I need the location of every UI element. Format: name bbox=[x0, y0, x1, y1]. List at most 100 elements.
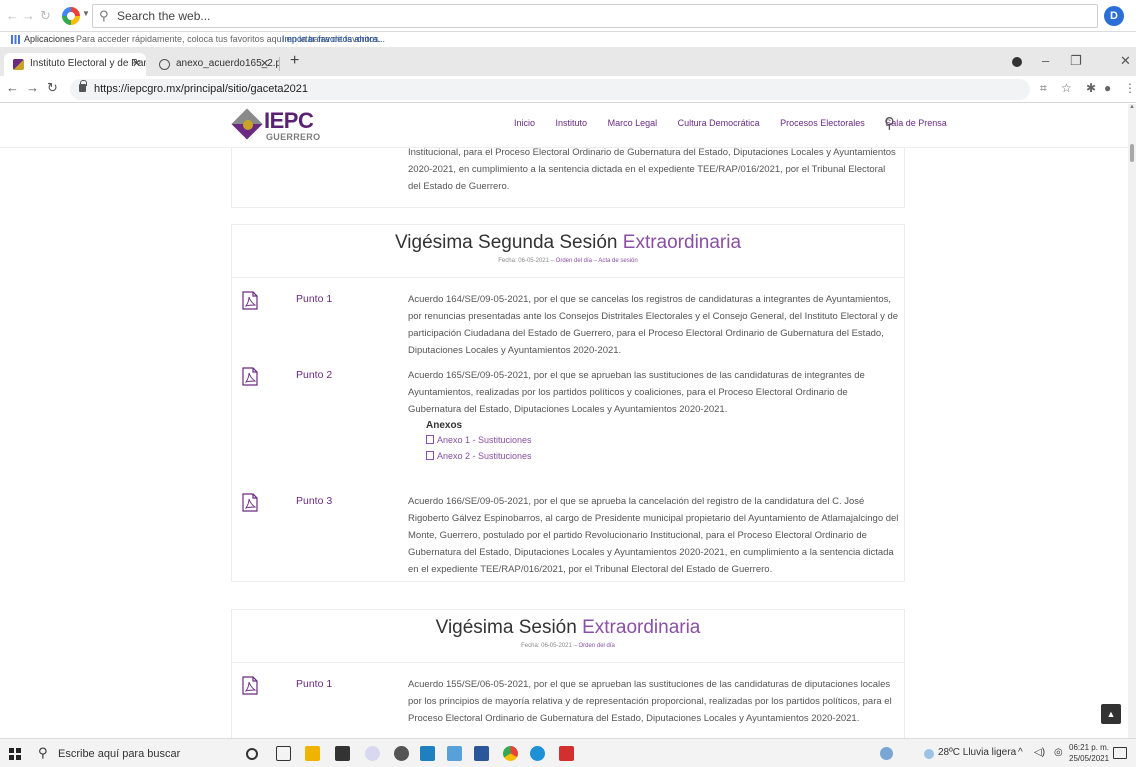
new-tab-button[interactable]: + bbox=[290, 52, 299, 70]
system-clock[interactable]: 06:21 p. m. 25/05/2021 bbox=[1069, 742, 1109, 764]
taskbar-search-placeholder: Escribe aquí para buscar bbox=[58, 748, 181, 760]
chrome-icon[interactable] bbox=[503, 746, 518, 761]
back-arrow-icon[interactable]: ← bbox=[6, 80, 19, 95]
tab-strip: Instituto Electoral y de Participac ✕ an… bbox=[0, 47, 1136, 76]
session-date: Fecha: 06-05-2021 bbox=[521, 643, 572, 649]
pdf-file-icon[interactable] bbox=[242, 676, 258, 695]
close-window-button[interactable]: ✕ bbox=[1120, 53, 1131, 69]
bookmark-star-icon[interactable]: ☆ bbox=[1061, 81, 1072, 95]
session-title-main: Vigésima Sesión bbox=[435, 617, 577, 638]
site-header: IEPC GUERRERO Inicio Instituto Marco Leg… bbox=[0, 104, 1128, 148]
scroll-to-top-button[interactable]: ▲ bbox=[1101, 704, 1121, 724]
session-title-accent: Extraordinaria bbox=[582, 617, 701, 638]
anexo-link[interactable]: Anexo 1 - Sustituciones bbox=[426, 435, 532, 445]
site-logo-text[interactable]: IEPC bbox=[264, 108, 314, 134]
browser-logo-icon[interactable] bbox=[62, 7, 80, 25]
store-icon[interactable] bbox=[335, 746, 350, 761]
page-scrollbar[interactable]: ▲ bbox=[1128, 104, 1136, 738]
page-viewport: IEPC GUERRERO Inicio Instituto Marco Leg… bbox=[0, 104, 1128, 738]
punto-description: Acuerdo 155/SE/06-05-2021, por el que se… bbox=[408, 679, 892, 724]
network-tray-icon[interactable] bbox=[880, 747, 893, 760]
chevron-up-icon[interactable]: ^ bbox=[1018, 747, 1023, 758]
globe-icon bbox=[159, 59, 170, 70]
import-bookmarks-link[interactable]: Importar favoritos ahora... bbox=[282, 34, 385, 44]
lock-icon bbox=[79, 80, 87, 92]
mail-icon[interactable] bbox=[420, 746, 435, 761]
web-search-input[interactable]: ⚲ Search the web... bbox=[92, 4, 1098, 28]
iepc-favicon-icon bbox=[13, 59, 24, 70]
nav-procesos-electorales[interactable]: Procesos Electorales bbox=[780, 118, 865, 128]
extension-icon[interactable]: D bbox=[1104, 6, 1124, 26]
taskbar-search[interactable]: ⚲ Escribe aquí para buscar bbox=[34, 743, 204, 764]
nav-cultura-democratica[interactable]: Cultura Democrática bbox=[678, 118, 760, 128]
language-icon[interactable]: ◎ bbox=[1054, 747, 1063, 758]
divider bbox=[232, 277, 904, 278]
anexo-label: Anexo 2 - Sustituciones bbox=[437, 451, 532, 461]
close-icon[interactable]: ✕ bbox=[132, 57, 141, 70]
app-icon[interactable] bbox=[365, 746, 380, 761]
nav-instituto[interactable]: Instituto bbox=[556, 118, 588, 128]
menu-kebab-icon[interactable]: ⋮ bbox=[1124, 81, 1136, 95]
clock-time: 06:21 p. m. bbox=[1069, 743, 1110, 752]
acta-de-sesion-link[interactable]: Acta de sesión bbox=[598, 258, 637, 264]
nav-marco-legal[interactable]: Marco Legal bbox=[608, 118, 658, 128]
url-bar[interactable]: https://iepcgro.mx/principal/sitio/gacet… bbox=[70, 79, 1030, 100]
close-icon[interactable]: ✕ bbox=[260, 57, 269, 70]
windows-start-icon[interactable] bbox=[9, 748, 21, 760]
cortana-icon[interactable] bbox=[246, 748, 258, 760]
taskbar: ⚲ Escribe aquí para buscar 28ºC Lluvia l… bbox=[0, 738, 1136, 767]
reload-icon[interactable]: ↻ bbox=[40, 8, 51, 24]
tab-iepc[interactable]: Instituto Electoral y de Participac ✕ bbox=[4, 53, 146, 76]
weather-text[interactable]: 28ºC Lluvia ligera bbox=[938, 747, 1016, 758]
forward-arrow-icon[interactable]: → bbox=[22, 8, 35, 23]
punto-link[interactable]: Punto 1 bbox=[296, 293, 332, 305]
word-icon[interactable] bbox=[474, 746, 489, 761]
punto-description: Acuerdo 165/SE/09-05-2021, por el que se… bbox=[408, 370, 865, 415]
chevron-down-icon[interactable]: ▼ bbox=[82, 9, 90, 18]
search-icon[interactable]: ⚲ bbox=[884, 114, 895, 132]
site-logo-subtitle: GUERRERO bbox=[266, 132, 321, 142]
address-toolbar: ← → ↻ https://iepcgro.mx/principal/sitio… bbox=[0, 76, 1136, 103]
scrollbar-thumb[interactable] bbox=[1130, 144, 1134, 162]
tab-pdf[interactable]: anexo_acuerdo165_2.pdf ✕ bbox=[150, 53, 280, 76]
reload-icon[interactable]: ↻ bbox=[47, 80, 58, 96]
session-meta: Fecha: 06-05-2021 – Orden del día – Acta… bbox=[232, 258, 904, 264]
scroll-up-arrow-icon[interactable]: ▲ bbox=[1129, 104, 1135, 110]
orden-del-dia-link[interactable]: Orden del día bbox=[556, 258, 592, 264]
url-text: https://iepcgro.mx/principal/sitio/gacet… bbox=[94, 83, 309, 95]
punto-link[interactable]: Punto 3 bbox=[296, 495, 332, 507]
document-icon bbox=[426, 451, 434, 460]
notifications-icon[interactable] bbox=[1113, 747, 1127, 759]
apps-grid-icon[interactable] bbox=[11, 35, 20, 44]
punto-link[interactable]: Punto 2 bbox=[296, 369, 332, 381]
punto-link[interactable]: Punto 1 bbox=[296, 678, 332, 690]
tab-title: Instituto Electoral y de Participac bbox=[30, 58, 146, 69]
nav-inicio[interactable]: Inicio bbox=[514, 118, 535, 128]
pdf-file-icon[interactable] bbox=[242, 493, 258, 512]
photos-icon[interactable] bbox=[447, 746, 462, 761]
punto-description: Acuerdo 164/SE/09-05-2021, por el que se… bbox=[408, 294, 899, 356]
bookmarks-bar: Aplicaciones Para acceder rápidamente, c… bbox=[0, 33, 1136, 47]
back-arrow-icon[interactable]: ← bbox=[6, 8, 19, 23]
settings-gear-icon[interactable] bbox=[394, 746, 409, 761]
iepc-logo-icon[interactable] bbox=[231, 108, 264, 141]
orden-del-dia-link[interactable]: Orden del día bbox=[579, 643, 615, 649]
profile-avatar-icon[interactable]: ● bbox=[1104, 81, 1111, 95]
session-title: Vigésima Sesión Extraordinaria bbox=[232, 617, 904, 639]
pdf-file-icon[interactable] bbox=[242, 291, 258, 310]
anexo-link[interactable]: Anexo 2 - Sustituciones bbox=[426, 451, 532, 461]
pdf-file-icon[interactable] bbox=[242, 367, 258, 386]
edge-icon[interactable] bbox=[530, 746, 545, 761]
minimize-button[interactable]: – bbox=[1042, 53, 1049, 68]
acrobat-icon[interactable] bbox=[559, 746, 574, 761]
maximize-button[interactable]: ❐ bbox=[1070, 53, 1082, 69]
extensions-puzzle-icon[interactable]: ✱ bbox=[1086, 81, 1096, 95]
task-view-icon[interactable] bbox=[276, 746, 291, 761]
forward-arrow-icon[interactable]: → bbox=[26, 80, 39, 95]
web-search-text: Search the web... bbox=[117, 9, 211, 23]
volume-icon[interactable]: ◁) bbox=[1034, 747, 1045, 758]
apps-bookmark[interactable]: Aplicaciones bbox=[24, 34, 75, 44]
translate-icon[interactable]: ⌗ bbox=[1040, 81, 1047, 96]
session-title-accent: Extraordinaria bbox=[622, 232, 742, 253]
file-explorer-icon[interactable] bbox=[305, 746, 320, 761]
